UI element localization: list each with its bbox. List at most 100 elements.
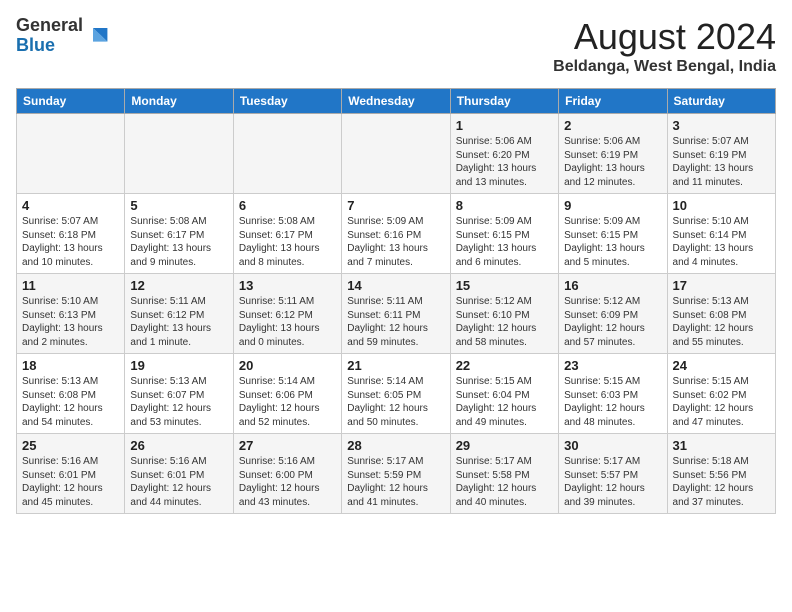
calendar-cell: 27 Sunrise: 5:16 AM Sunset: 6:00 PM Dayli… bbox=[233, 434, 341, 514]
day-info: Sunrise: 5:09 AM Sunset: 6:15 PM Dayligh… bbox=[456, 215, 553, 269]
day-info: Sunrise: 5:15 AM Sunset: 6:04 PM Dayligh… bbox=[456, 375, 553, 429]
day-info: Sunrise: 5:16 AM Sunset: 6:01 PM Dayligh… bbox=[22, 455, 119, 509]
day-number: 24 bbox=[673, 358, 770, 373]
day-number: 7 bbox=[347, 198, 444, 213]
day-number: 19 bbox=[130, 358, 227, 373]
calendar-cell: 15 Sunrise: 5:12 AM Sunset: 6:10 PM Dayli… bbox=[450, 274, 558, 354]
day-info: Sunrise: 5:07 AM Sunset: 6:18 PM Dayligh… bbox=[22, 215, 119, 269]
logo: General Blue bbox=[16, 16, 109, 56]
day-number: 22 bbox=[456, 358, 553, 373]
calendar-cell: 1 Sunrise: 5:06 AM Sunset: 6:20 PM Daylig… bbox=[450, 114, 558, 194]
calendar-cell: 30 Sunrise: 5:17 AM Sunset: 5:57 PM Dayli… bbox=[559, 434, 667, 514]
col-header-sunday: Sunday bbox=[17, 89, 125, 114]
calendar-cell: 9 Sunrise: 5:09 AM Sunset: 6:15 PM Daylig… bbox=[559, 194, 667, 274]
day-number: 14 bbox=[347, 278, 444, 293]
day-number: 2 bbox=[564, 118, 661, 133]
day-number: 1 bbox=[456, 118, 553, 133]
calendar-cell: 7Sunrise: 5:09 AM Sunset: 6:16 PM Daylig… bbox=[342, 194, 450, 274]
month-title: August 2024 bbox=[553, 16, 776, 58]
day-number: 16 bbox=[564, 278, 661, 293]
calendar-week-row: 1 Sunrise: 5:06 AM Sunset: 6:20 PM Daylig… bbox=[17, 114, 776, 194]
calendar-cell: 14 Sunrise: 5:11 AM Sunset: 6:11 PM Dayli… bbox=[342, 274, 450, 354]
calendar-cell: 26 Sunrise: 5:16 AM Sunset: 6:01 PM Dayli… bbox=[125, 434, 233, 514]
day-info: Sunrise: 5:17 AM Sunset: 5:59 PM Dayligh… bbox=[347, 455, 444, 509]
calendar-cell: 31 Sunrise: 5:18 AM Sunset: 5:56 PM Dayli… bbox=[667, 434, 775, 514]
day-info: Sunrise: 5:10 AM Sunset: 6:14 PM Dayligh… bbox=[673, 215, 770, 269]
calendar-cell: 23Sunrise: 5:15 AM Sunset: 6:03 PM Dayli… bbox=[559, 354, 667, 434]
day-number: 27 bbox=[239, 438, 336, 453]
day-number: 28 bbox=[347, 438, 444, 453]
day-number: 13 bbox=[239, 278, 336, 293]
calendar-cell: 20 Sunrise: 5:14 AM Sunset: 6:06 PM Dayli… bbox=[233, 354, 341, 434]
day-info: Sunrise: 5:17 AM Sunset: 5:58 PM Dayligh… bbox=[456, 455, 553, 509]
day-number: 12 bbox=[130, 278, 227, 293]
logo-blue-text: Blue bbox=[16, 35, 55, 55]
day-info: Sunrise: 5:16 AM Sunset: 6:01 PM Dayligh… bbox=[130, 455, 227, 509]
day-info: Sunrise: 5:11 AM Sunset: 6:12 PM Dayligh… bbox=[130, 295, 227, 349]
day-number: 8 bbox=[456, 198, 553, 213]
day-info: Sunrise: 5:15 AM Sunset: 6:02 PM Dayligh… bbox=[673, 375, 770, 429]
day-number: 3 bbox=[673, 118, 770, 133]
calendar-cell bbox=[17, 114, 125, 194]
col-header-saturday: Saturday bbox=[667, 89, 775, 114]
day-info: Sunrise: 5:11 AM Sunset: 6:11 PM Dayligh… bbox=[347, 295, 444, 349]
col-header-tuesday: Tuesday bbox=[233, 89, 341, 114]
calendar-cell: 17 Sunrise: 5:13 AM Sunset: 6:08 PM Dayli… bbox=[667, 274, 775, 354]
day-info: Sunrise: 5:06 AM Sunset: 6:20 PM Dayligh… bbox=[456, 135, 553, 189]
day-info: Sunrise: 5:13 AM Sunset: 6:08 PM Dayligh… bbox=[673, 295, 770, 349]
calendar-header-row: SundayMondayTuesdayWednesdayThursdayFrid… bbox=[17, 89, 776, 114]
calendar-cell: 10 Sunrise: 5:10 AM Sunset: 6:14 PM Dayli… bbox=[667, 194, 775, 274]
calendar-cell: 4 Sunrise: 5:07 AM Sunset: 6:18 PM Daylig… bbox=[17, 194, 125, 274]
day-number: 30 bbox=[564, 438, 661, 453]
calendar-cell bbox=[233, 114, 341, 194]
calendar-cell: 16 Sunrise: 5:12 AM Sunset: 6:09 PM Dayli… bbox=[559, 274, 667, 354]
calendar-cell: 5 Sunrise: 5:08 AM Sunset: 6:17 PM Daylig… bbox=[125, 194, 233, 274]
calendar-cell: 28 Sunrise: 5:17 AM Sunset: 5:59 PM Dayli… bbox=[342, 434, 450, 514]
day-number: 26 bbox=[130, 438, 227, 453]
day-info: Sunrise: 5:08 AM Sunset: 6:17 PM Dayligh… bbox=[239, 215, 336, 269]
day-info: Sunrise: 5:18 AM Sunset: 5:56 PM Dayligh… bbox=[673, 455, 770, 509]
day-number: 23 bbox=[564, 358, 661, 373]
day-number: 31 bbox=[673, 438, 770, 453]
day-info: Sunrise: 5:13 AM Sunset: 6:08 PM Dayligh… bbox=[22, 375, 119, 429]
day-info: Sunrise: 5:09 AM Sunset: 6:15 PM Dayligh… bbox=[564, 215, 661, 269]
day-number: 25 bbox=[22, 438, 119, 453]
page-header: General Blue August 2024 Beldanga, West … bbox=[16, 16, 776, 76]
calendar-cell: 3 Sunrise: 5:07 AM Sunset: 6:19 PM Daylig… bbox=[667, 114, 775, 194]
day-info: Sunrise: 5:08 AM Sunset: 6:17 PM Dayligh… bbox=[130, 215, 227, 269]
day-info: Sunrise: 5:12 AM Sunset: 6:09 PM Dayligh… bbox=[564, 295, 661, 349]
day-info: Sunrise: 5:14 AM Sunset: 6:06 PM Dayligh… bbox=[239, 375, 336, 429]
day-number: 6 bbox=[239, 198, 336, 213]
day-number: 4 bbox=[22, 198, 119, 213]
day-number: 18 bbox=[22, 358, 119, 373]
day-info: Sunrise: 5:06 AM Sunset: 6:19 PM Dayligh… bbox=[564, 135, 661, 189]
day-info: Sunrise: 5:07 AM Sunset: 6:19 PM Dayligh… bbox=[673, 135, 770, 189]
calendar-cell: 25 Sunrise: 5:16 AM Sunset: 6:01 PM Dayli… bbox=[17, 434, 125, 514]
calendar-cell: 13 Sunrise: 5:11 AM Sunset: 6:12 PM Dayli… bbox=[233, 274, 341, 354]
day-number: 20 bbox=[239, 358, 336, 373]
day-info: Sunrise: 5:17 AM Sunset: 5:57 PM Dayligh… bbox=[564, 455, 661, 509]
calendar-cell: 29Sunrise: 5:17 AM Sunset: 5:58 PM Dayli… bbox=[450, 434, 558, 514]
calendar-cell: 18 Sunrise: 5:13 AM Sunset: 6:08 PM Dayli… bbox=[17, 354, 125, 434]
day-number: 17 bbox=[673, 278, 770, 293]
calendar-table: SundayMondayTuesdayWednesdayThursdayFrid… bbox=[16, 88, 776, 514]
day-number: 5 bbox=[130, 198, 227, 213]
calendar-cell: 6 Sunrise: 5:08 AM Sunset: 6:17 PM Daylig… bbox=[233, 194, 341, 274]
day-number: 21 bbox=[347, 358, 444, 373]
calendar-cell: 22 Sunrise: 5:15 AM Sunset: 6:04 PM Dayli… bbox=[450, 354, 558, 434]
calendar-week-row: 4 Sunrise: 5:07 AM Sunset: 6:18 PM Daylig… bbox=[17, 194, 776, 274]
calendar-cell: 2 Sunrise: 5:06 AM Sunset: 6:19 PM Daylig… bbox=[559, 114, 667, 194]
calendar-cell: 8 Sunrise: 5:09 AM Sunset: 6:15 PM Daylig… bbox=[450, 194, 558, 274]
calendar-cell: 19Sunrise: 5:13 AM Sunset: 6:07 PM Dayli… bbox=[125, 354, 233, 434]
calendar-week-row: 11Sunrise: 5:10 AM Sunset: 6:13 PM Dayli… bbox=[17, 274, 776, 354]
day-number: 10 bbox=[673, 198, 770, 213]
day-number: 9 bbox=[564, 198, 661, 213]
day-info: Sunrise: 5:12 AM Sunset: 6:10 PM Dayligh… bbox=[456, 295, 553, 349]
calendar-cell: 24 Sunrise: 5:15 AM Sunset: 6:02 PM Dayli… bbox=[667, 354, 775, 434]
day-info: Sunrise: 5:14 AM Sunset: 6:05 PM Dayligh… bbox=[347, 375, 444, 429]
day-info: Sunrise: 5:11 AM Sunset: 6:12 PM Dayligh… bbox=[239, 295, 336, 349]
day-info: Sunrise: 5:16 AM Sunset: 6:00 PM Dayligh… bbox=[239, 455, 336, 509]
col-header-monday: Monday bbox=[125, 89, 233, 114]
col-header-thursday: Thursday bbox=[450, 89, 558, 114]
day-number: 15 bbox=[456, 278, 553, 293]
